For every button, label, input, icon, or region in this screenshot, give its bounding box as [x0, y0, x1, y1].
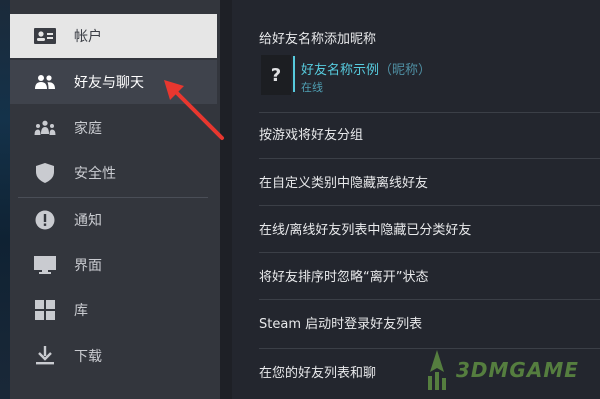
- online-status-bar: [293, 56, 295, 92]
- family-icon: [34, 117, 56, 139]
- watermark-logo-icon: [428, 350, 446, 390]
- sidebar-item-label: 通知: [74, 213, 102, 229]
- watermark-text: 3DMGAME: [456, 358, 579, 382]
- friend-nickname: （昵称）: [379, 63, 432, 78]
- row-divider: [259, 112, 600, 113]
- setting-friends-list-chat[interactable]: 在您的好友列表和聊: [259, 362, 376, 381]
- alert-icon: [34, 209, 56, 231]
- sidebar-item-notifications[interactable]: 通知: [10, 198, 217, 242]
- sidebar-item-label: 库: [74, 303, 88, 319]
- site-watermark: 3DMGAME: [420, 348, 595, 396]
- sidebar-item-interface[interactable]: 界面: [10, 243, 217, 287]
- shield-icon: [34, 162, 56, 184]
- sidebar-item-library[interactable]: 库: [10, 288, 217, 332]
- friend-name-example: 好友名称示例（昵称）: [301, 59, 431, 78]
- settings-sidebar: 帐户 好友与聊天 家庭 安全性 通知 界面 库 下载: [10, 0, 220, 399]
- sidebar-item-account[interactable]: 帐户: [10, 14, 217, 58]
- avatar: ?: [261, 55, 291, 95]
- monitor-icon: [34, 254, 56, 276]
- setting-group-by-game[interactable]: 按游戏将好友分组: [259, 124, 363, 143]
- sidebar-item-security[interactable]: 安全性: [10, 151, 217, 195]
- friends-icon: [34, 71, 56, 93]
- sidebar-item-label: 下载: [74, 349, 102, 365]
- setting-ignore-away[interactable]: 将好友排序时忽略“离开”状态: [259, 266, 428, 285]
- row-divider: [259, 252, 600, 253]
- red-arrow-annotation: [164, 80, 224, 140]
- setting-hide-categorized[interactable]: 在线/离线好友列表中隐藏已分类好友: [259, 219, 471, 238]
- background-art: [0, 0, 10, 399]
- sidebar-item-label: 好友与聊天: [74, 75, 144, 91]
- row-divider: [259, 158, 600, 159]
- friends-chat-settings-panel: 给好友名称添加昵称 ? 好友名称示例（昵称） 在线 按游戏将好友分组 在自定义类…: [232, 0, 600, 399]
- sidebar-scroll-gutter: [220, 0, 232, 399]
- sidebar-item-downloads[interactable]: 下载: [10, 334, 217, 378]
- setting-login-on-start[interactable]: Steam 启动时登录好友列表: [259, 313, 422, 332]
- row-divider: [259, 299, 600, 300]
- sidebar-item-label: 家庭: [74, 121, 102, 137]
- sidebar-item-label: 帐户: [74, 29, 102, 45]
- grid-icon: [34, 299, 56, 321]
- download-icon: [34, 345, 56, 367]
- setting-hide-offline-custom[interactable]: 在自定义类别中隐藏离线好友: [259, 172, 428, 191]
- row-divider: [259, 205, 600, 206]
- friend-status: 在线: [301, 81, 323, 94]
- friend-name: 好友名称示例: [301, 63, 380, 78]
- sidebar-item-label: 界面: [74, 258, 102, 274]
- id-card-icon: [34, 25, 56, 47]
- sidebar-item-label: 安全性: [74, 166, 116, 182]
- nickname-setting-title: 给好友名称添加昵称: [259, 32, 377, 47]
- friend-name-preview: ? 好友名称示例（昵称） 在线: [261, 55, 501, 97]
